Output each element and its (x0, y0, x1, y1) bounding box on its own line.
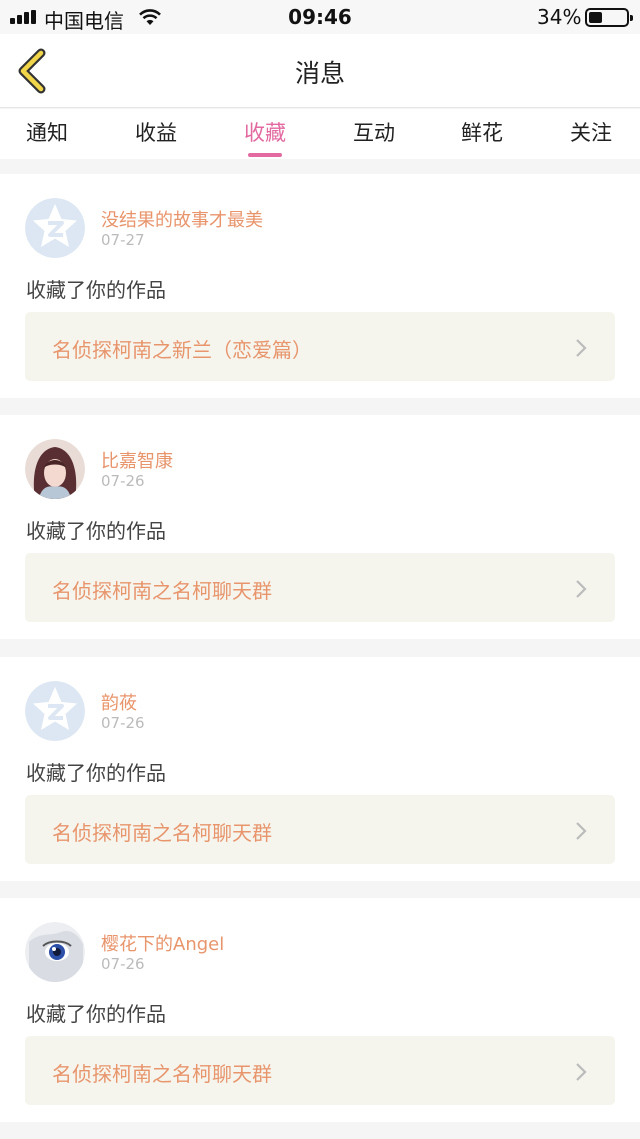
work-link[interactable]: 名侦探柯南之新兰（恋爱篇） (25, 312, 615, 381)
tab-flowers[interactable]: 鲜花 (437, 117, 527, 157)
work-link[interactable]: 名侦探柯南之名柯聊天群 (25, 1036, 615, 1105)
tab-label: 收藏 (244, 121, 286, 145)
tab-follows[interactable]: 关注 (546, 117, 636, 157)
message-date: 07-26 (101, 714, 145, 732)
tab-bar: 通知 收益 收藏 互动 鲜花 关注 (0, 109, 640, 159)
user-name[interactable]: 樱花下的Angel (101, 930, 224, 956)
message-card: 比嘉智康 07-26 收藏了你的作品 名侦探柯南之名柯聊天群 (0, 415, 640, 639)
battery-percent: 34% (537, 5, 582, 29)
work-title: 名侦探柯南之名柯聊天群 (52, 821, 272, 845)
tab-earnings[interactable]: 收益 (111, 117, 201, 157)
message-text: 收藏了你的作品 (26, 278, 166, 302)
tab-label: 互动 (353, 121, 395, 145)
default-avatar-icon (25, 198, 85, 258)
avatar[interactable] (25, 922, 85, 982)
tab-label: 关注 (570, 121, 612, 145)
anime-eye-avatar-icon (25, 922, 85, 982)
battery-icon (585, 8, 633, 27)
message-card: 韵莜 07-26 收藏了你的作品 名侦探柯南之名柯聊天群 (0, 657, 640, 881)
message-card: 樱花下的Angel 07-26 收藏了你的作品 名侦探柯南之名柯聊天群 (0, 898, 640, 1122)
message-date: 07-26 (101, 472, 145, 490)
user-name[interactable]: 比嘉智康 (101, 447, 173, 473)
avatar[interactable] (25, 198, 85, 258)
tab-interactions[interactable]: 互动 (329, 117, 419, 157)
chevron-right-icon (576, 822, 587, 840)
work-link[interactable]: 名侦探柯南之名柯聊天群 (25, 795, 615, 864)
anime-girl-avatar-icon (25, 439, 85, 499)
work-link[interactable]: 名侦探柯南之名柯聊天群 (25, 553, 615, 622)
work-title: 名侦探柯南之名柯聊天群 (52, 579, 272, 603)
user-name[interactable]: 韵莜 (101, 689, 137, 715)
tab-label: 收益 (135, 121, 177, 145)
nav-bar: 消息 (0, 34, 640, 108)
tab-notifications[interactable]: 通知 (2, 117, 92, 157)
chevron-right-icon (576, 580, 587, 598)
chevron-right-icon (576, 339, 587, 357)
message-text: 收藏了你的作品 (26, 519, 166, 543)
tab-active-indicator (248, 153, 282, 157)
page-title: 消息 (294, 59, 345, 88)
tab-label: 通知 (26, 121, 68, 145)
status-bar: 中国电信 09:46 34% (0, 0, 640, 34)
work-title: 名侦探柯南之名柯聊天群 (52, 1062, 272, 1086)
tab-favorites[interactable]: 收藏 (220, 117, 310, 157)
avatar[interactable] (25, 439, 85, 499)
work-title: 名侦探柯南之新兰（恋爱篇） (52, 338, 312, 362)
message-text: 收藏了你的作品 (26, 761, 166, 785)
user-name[interactable]: 没结果的故事才最美 (101, 206, 263, 232)
message-date: 07-27 (101, 231, 145, 249)
tab-label: 鲜花 (461, 121, 503, 145)
chevron-right-icon (576, 1063, 587, 1081)
message-text: 收藏了你的作品 (26, 1002, 166, 1026)
message-date: 07-26 (101, 955, 145, 973)
message-card: 没结果的故事才最美 07-27 收藏了你的作品 名侦探柯南之新兰（恋爱篇） (0, 174, 640, 398)
default-avatar-icon (25, 681, 85, 741)
avatar[interactable] (25, 681, 85, 741)
